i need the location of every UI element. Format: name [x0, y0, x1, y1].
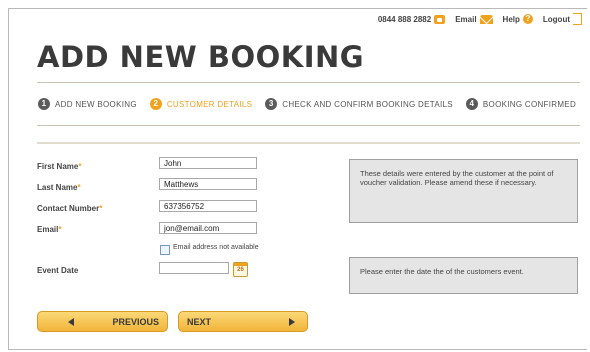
email-link-label: Email: [455, 14, 477, 24]
previous-button[interactable]: PREVIOUS: [37, 311, 168, 332]
arrow-right-icon: [289, 318, 295, 326]
step-check-and-confirm: 3 CHECK AND CONFIRM BOOKING DETAILS: [265, 98, 453, 110]
customer-details-info-box: These details were entered by the custom…: [349, 159, 578, 223]
top-utility-bar: 0844 888 2882 Email Help ? Logout: [378, 12, 582, 26]
logout-link[interactable]: Logout: [543, 13, 582, 25]
required-marker: *: [99, 204, 103, 213]
phone-link[interactable]: 0844 888 2882: [377, 14, 446, 24]
help-link-label: Help: [502, 14, 520, 24]
booking-steps: 1 ADD NEW BOOKING 2 CUSTOMER DETAILS 3 C…: [38, 98, 582, 110]
step-label: CUSTOMER DETAILS: [166, 99, 253, 109]
next-button[interactable]: NEXT: [178, 311, 308, 332]
email-field[interactable]: [159, 222, 257, 234]
step-label: ADD NEW BOOKING: [55, 99, 137, 109]
step-add-new-booking: 1 ADD NEW BOOKING: [38, 98, 137, 110]
steps-shadow-divider: [37, 142, 580, 144]
previous-button-label: PREVIOUS: [112, 317, 159, 327]
contact-number-label: Contact Number*: [37, 204, 103, 213]
next-button-label: NEXT: [187, 317, 212, 327]
contact-number-field[interactable]: [159, 200, 257, 212]
help-icon: ?: [522, 14, 533, 24]
step-label: BOOKING CONFIRMED: [482, 99, 577, 109]
page-title: ADD NEW BOOKING: [37, 40, 365, 74]
step-number: 3: [265, 98, 278, 110]
step-number: 1: [38, 98, 50, 110]
logout-link-label: Logout: [542, 14, 570, 24]
email-link[interactable]: Email: [455, 14, 493, 24]
required-marker: *: [77, 183, 81, 192]
step-booking-confirmed: 4 BOOKING CONFIRMED: [465, 98, 577, 110]
required-marker: *: [58, 225, 62, 234]
event-date-field[interactable]: [159, 262, 229, 274]
step-label: CHECK AND CONFIRM BOOKING DETAILS: [282, 99, 453, 109]
step-customer-details: 2 CUSTOMER DETAILS: [149, 98, 253, 110]
email-label: Email*: [37, 225, 62, 234]
steps-divider: [37, 125, 580, 126]
last-name-label: Last Name*: [37, 183, 81, 192]
arrow-left-icon: [68, 318, 74, 326]
first-name-label: First Name*: [37, 162, 82, 171]
step-number: 4: [465, 98, 478, 110]
phone-icon: [434, 14, 446, 24]
event-date-info-box: Please enter the date the of the custome…: [349, 257, 578, 294]
phone-number: 0844 888 2882: [377, 14, 432, 24]
last-name-field[interactable]: [159, 178, 257, 190]
step-number: 2: [149, 98, 162, 110]
logout-icon: [573, 13, 582, 25]
email-not-available-checkbox[interactable]: [160, 245, 170, 255]
required-marker: *: [78, 162, 82, 171]
help-link[interactable]: Help ?: [503, 14, 533, 24]
envelope-icon: [479, 14, 493, 24]
first-name-field[interactable]: [159, 157, 257, 169]
email-not-available-label: Email address not available: [173, 244, 259, 251]
title-divider: [37, 82, 580, 83]
calendar-icon[interactable]: 26: [233, 262, 248, 277]
event-date-label: Event Date: [37, 266, 79, 275]
